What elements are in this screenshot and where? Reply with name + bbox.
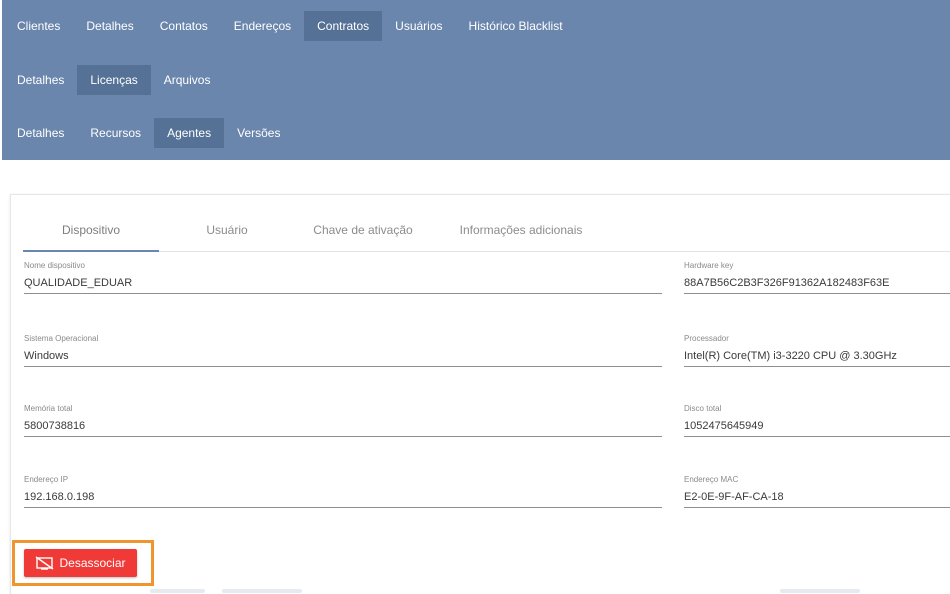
nav-item-clientes[interactable]: Clientes (4, 11, 73, 41)
nav-item-historico-blacklist[interactable]: Histórico Blacklist (456, 11, 576, 41)
field-label: Sistema Operacional (24, 334, 99, 343)
hardware-key-input[interactable]: 88A7B56C2B3F326F91362A182483F63E (684, 275, 950, 294)
spacer (0, 160, 950, 194)
detail-tabs: Dispositivo Usuário Chave de ativação In… (23, 215, 950, 252)
tab-informacoes-adicionais[interactable]: Informações adicionais (431, 215, 611, 250)
nav-item-agentes[interactable]: Agentes (154, 118, 225, 148)
nav-row-licenca: Detalhes Recursos Agentes Versões (4, 118, 293, 148)
unlink-device-icon (35, 556, 55, 570)
nav-item-recursos[interactable]: Recursos (77, 118, 154, 148)
endereco-mac-input[interactable]: E2-0E-9F-AF-CA-18 (684, 489, 950, 508)
field-label: Endereço MAC (684, 475, 739, 484)
field-label: Memória total (24, 404, 73, 413)
field-label: Endereço IP (24, 475, 69, 484)
field-label: Hardware key (684, 261, 734, 270)
scroll-indicator (780, 589, 860, 593)
nav-item-versoes[interactable]: Versões (224, 118, 293, 148)
field-hardware-key: Hardware key 88A7B56C2B3F326F91362A18248… (684, 261, 950, 294)
field-processador: Processador Intel(R) Core(TM) i3-3220 CP… (684, 334, 950, 367)
nav-item-enderecos[interactable]: Endereços (221, 11, 304, 41)
nav-item-licencas[interactable]: Licenças (77, 65, 151, 95)
field-label: Processador (684, 334, 729, 343)
desassociar-label: Desassociar (59, 556, 126, 570)
field-endereco-ip: Endereço IP 192.168.0.198 (24, 475, 662, 508)
scroll-indicator (222, 589, 302, 593)
nav-row-main: Clientes Detalhes Contatos Endereços Con… (4, 11, 576, 41)
field-sistema-operacional: Sistema Operacional Windows (24, 334, 662, 367)
endereco-ip-input[interactable]: 192.168.0.198 (24, 489, 662, 508)
tab-chave-ativacao[interactable]: Chave de ativação (295, 215, 431, 250)
sistema-operacional-input[interactable]: Windows (24, 348, 662, 367)
processador-input[interactable]: Intel(R) Core(TM) i3-3220 CPU @ 3.30GHz (684, 348, 950, 367)
nav-item-contratos[interactable]: Contratos (304, 11, 383, 41)
nav-item-contrato-detalhes[interactable]: Detalhes (4, 65, 77, 95)
tab-usuario[interactable]: Usuário (159, 215, 295, 250)
nav-item-usuarios[interactable]: Usuários (382, 11, 455, 41)
nav-item-contatos[interactable]: Contatos (147, 11, 221, 41)
agent-details-card: Dispositivo Usuário Chave de ativação In… (10, 194, 950, 594)
nav-item-detalhes[interactable]: Detalhes (73, 11, 146, 41)
nav-item-licenca-detalhes[interactable]: Detalhes (4, 118, 77, 148)
scroll-indicator (150, 589, 205, 593)
disco-total-input[interactable]: 1052475645949 (684, 418, 950, 437)
field-nome-dispositivo: Nome dispositivo QUALIDADE_EDUAR (24, 261, 662, 294)
field-endereco-mac: Endereço MAC E2-0E-9F-AF-CA-18 (684, 475, 950, 508)
field-label: Disco total (684, 404, 722, 413)
top-navigation: Clientes Detalhes Contatos Endereços Con… (2, 0, 950, 160)
field-memoria-total: Memória total 5800738816 (24, 404, 662, 437)
nav-row-contrato: Detalhes Licenças Arquivos (4, 65, 223, 95)
nav-item-arquivos[interactable]: Arquivos (151, 65, 224, 95)
tab-dispositivo[interactable]: Dispositivo (23, 215, 159, 252)
desassociar-button[interactable]: Desassociar (24, 549, 137, 577)
field-disco-total: Disco total 1052475645949 (684, 404, 950, 437)
field-label: Nome dispositivo (24, 261, 85, 270)
memoria-total-input[interactable]: 5800738816 (24, 418, 662, 437)
nome-dispositivo-input[interactable]: QUALIDADE_EDUAR (24, 275, 662, 294)
